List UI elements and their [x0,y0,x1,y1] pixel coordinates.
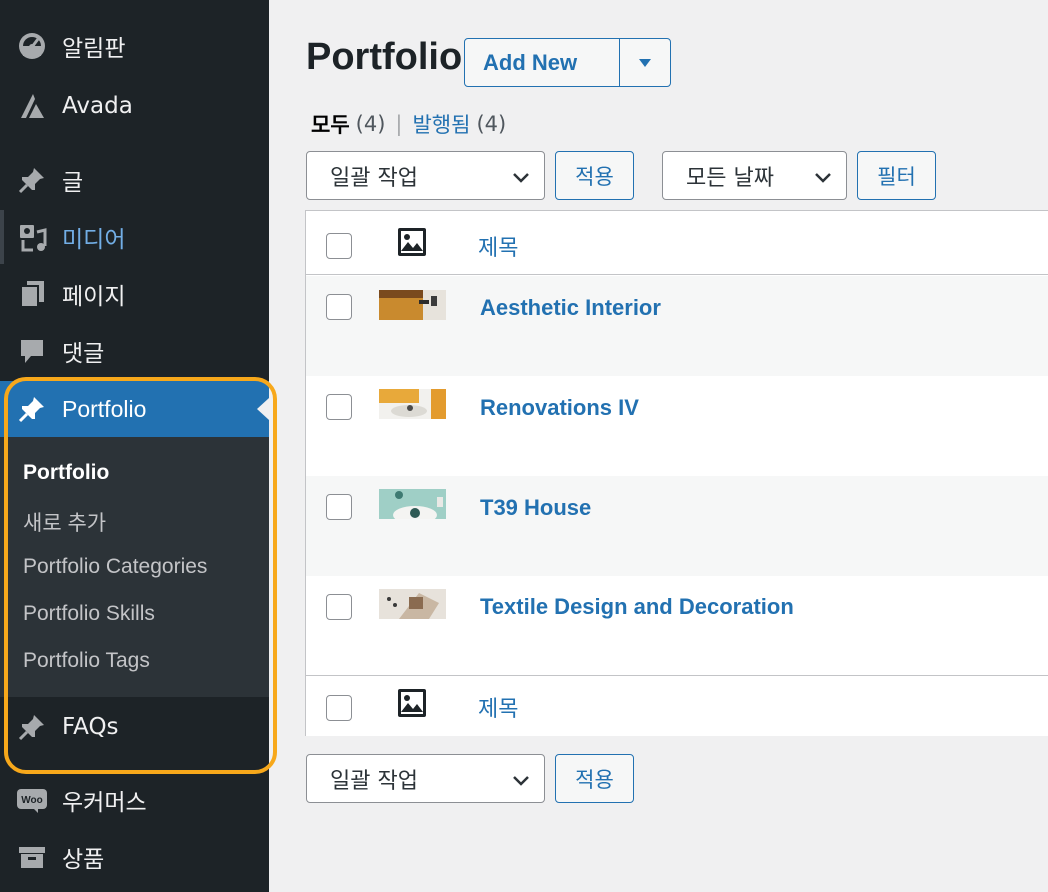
avada-icon [16,90,48,122]
menu-label: 글 [62,170,84,196]
row-checkbox[interactable] [326,294,352,320]
thumbnail-image [379,290,446,320]
menu-woocommerce[interactable]: Woo 우커머스 [0,775,269,825]
bulk-action-value: 일괄 작업 [330,165,418,191]
menu-label: 댓글 [62,341,105,367]
thumbnail-image [379,489,446,519]
menu-label: Avada [62,93,133,119]
row-checkbox[interactable] [326,494,352,520]
bulk-action-value: 일괄 작업 [330,768,418,794]
table-row: Renovations IV [306,376,1048,476]
add-new-split-button: Add New [464,38,671,87]
pin-icon [16,164,48,196]
row-title-link[interactable]: Textile Design and Decoration [480,594,794,620]
row-title-link[interactable]: T39 House [480,495,591,521]
status-filters: 모두 (4) | 발행됨 (4) [311,109,506,139]
menu-avada[interactable]: Avada [0,81,269,131]
caret-down-icon [639,58,651,67]
thumbnail-image [379,589,446,619]
menu-label: 알림판 [62,36,126,62]
menu-posts[interactable]: 글 [0,155,269,205]
portfolio-highlight-outline [4,377,277,774]
page-title: Portfolio [306,36,463,78]
menu-pages[interactable]: 페이지 [0,269,269,319]
featured-image-icon [397,688,427,723]
select-all-checkbox-footer[interactable] [326,695,352,721]
filter-all[interactable]: 모두 [311,109,350,139]
date-filter-select[interactable]: 모든 날짜 [662,151,847,200]
row-title-link[interactable]: Aesthetic Interior [480,295,661,321]
portfolio-table: 제목 Aesthetic Interior Renovations IV T39… [305,210,1048,736]
apply-button[interactable]: 적용 [555,151,634,200]
table-header: 제목 [306,211,1048,275]
table-footer: 제목 [306,675,1048,736]
row-thumbnail[interactable] [379,389,446,419]
add-new-button[interactable]: Add New [465,39,620,86]
menu-dashboard[interactable]: 알림판 [0,21,269,71]
column-title-header[interactable]: 제목 [478,230,518,262]
table-row: Textile Design and Decoration [306,576,1048,676]
table-row: Aesthetic Interior [306,276,1048,376]
chevron-down-icon [513,776,529,786]
row-title-link[interactable]: Renovations IV [480,395,639,421]
date-filter-value: 모든 날짜 [686,165,774,191]
dashboard-icon [16,30,48,62]
comments-icon [16,335,48,367]
table-row: T39 House [306,476,1048,576]
archive-icon [16,841,48,873]
add-new-dropdown-toggle[interactable] [620,39,670,86]
apply-button-bottom[interactable]: 적용 [555,754,634,803]
row-checkbox[interactable] [326,394,352,420]
thumbnail-image [379,389,446,419]
featured-image-icon [397,227,427,262]
menu-products[interactable]: 상품 [0,832,269,882]
menu-label: 페이지 [62,284,126,310]
column-title-footer[interactable]: 제목 [478,691,518,723]
media-icon [16,221,48,253]
chevron-down-icon [815,173,831,183]
woo-icon: Woo [16,784,48,816]
filter-separator: | [395,112,403,136]
row-checkbox[interactable] [326,594,352,620]
filter-published[interactable]: 발행됨 [412,109,470,139]
menu-comments[interactable]: 댓글 [0,326,269,376]
chevron-down-icon [513,173,529,183]
bulk-action-select[interactable]: 일괄 작업 [306,151,545,200]
svg-text:Woo: Woo [21,795,42,806]
filter-all-count: (4) [355,112,386,136]
menu-media[interactable]: 미디어 [0,212,269,262]
filter-button[interactable]: 필터 [857,151,936,200]
menu-label: 우커머스 [62,790,147,816]
row-thumbnail[interactable] [379,589,446,619]
select-all-checkbox[interactable] [326,233,352,259]
row-thumbnail[interactable] [379,290,446,320]
menu-label: 미디어 [62,227,126,253]
menu-label: 상품 [62,847,105,873]
bulk-action-select-bottom[interactable]: 일괄 작업 [306,754,545,803]
row-thumbnail[interactable] [379,489,446,519]
pages-icon [16,278,48,310]
filter-published-count: (4) [476,112,507,136]
